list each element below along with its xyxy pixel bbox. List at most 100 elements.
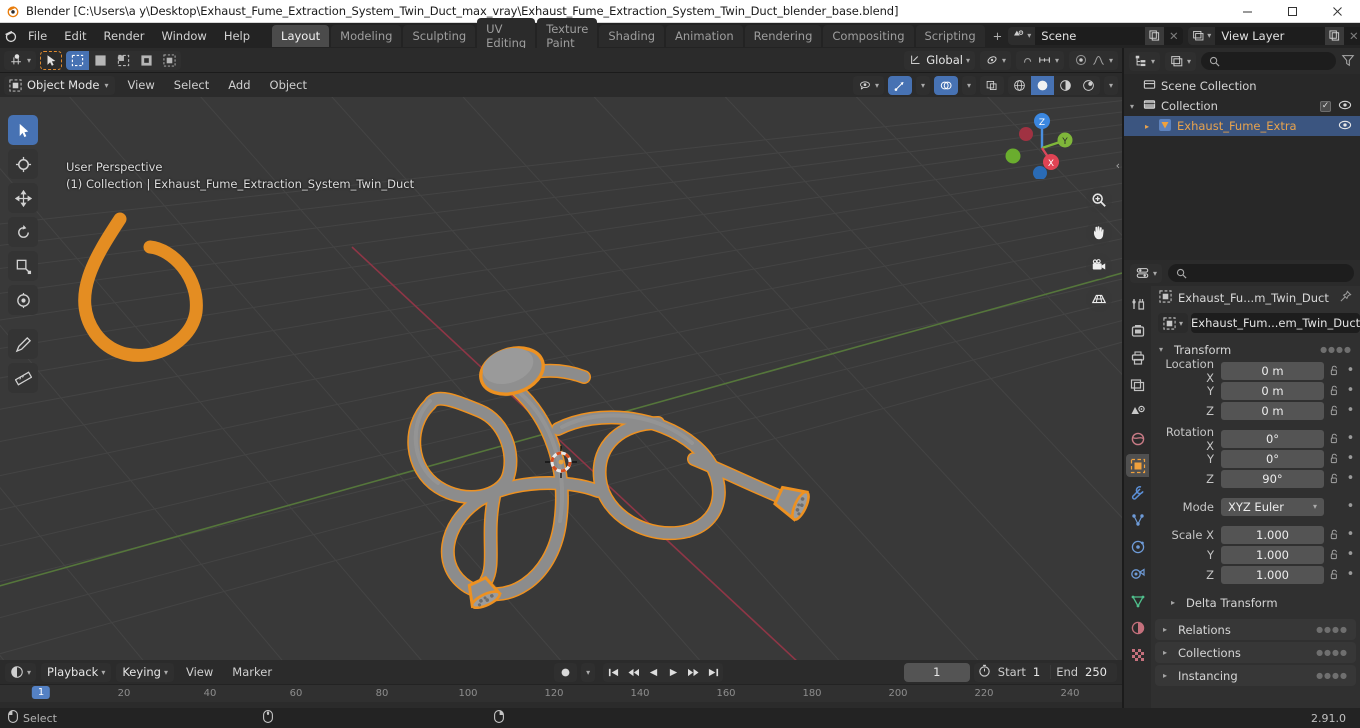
tool-tab[interactable] <box>1126 292 1149 315</box>
move-tool[interactable] <box>8 183 38 213</box>
minimize-button[interactable] <box>1225 0 1270 23</box>
rotation-y-field[interactable]: 0° <box>1221 449 1324 468</box>
outliner-filter-icon[interactable] <box>1341 53 1355 70</box>
viewport-menu-select[interactable]: Select <box>167 76 216 94</box>
expand-icon[interactable]: ▸ <box>1171 598 1179 607</box>
lock-icon[interactable] <box>1328 385 1341 396</box>
current-frame-field[interactable]: 1 <box>903 662 970 682</box>
tool-cursor-highlight[interactable] <box>40 50 63 70</box>
timeline-editor-type-selector[interactable]: ▾ <box>5 662 37 682</box>
output-tab[interactable] <box>1126 346 1149 369</box>
panel-grip-icon[interactable]: ●●●● <box>1320 345 1352 354</box>
annotate-tool[interactable] <box>8 329 38 359</box>
pivot-point-selector[interactable]: ▾ <box>979 50 1011 70</box>
object-name-field[interactable]: Exhaust_Fum...em_Twin_Duct <box>1191 313 1360 333</box>
timeline-ruler[interactable]: 20 40 60 80 100 120 140 160 180 200 220 … <box>0 684 1122 702</box>
location-x-field[interactable]: 0 m <box>1221 361 1324 380</box>
expand-icon[interactable]: ▸ <box>1163 671 1171 680</box>
delete-view-layer-button[interactable]: ✕ <box>1344 27 1360 45</box>
menu-help[interactable]: Help <box>216 26 258 46</box>
properties-search-input[interactable] <box>1168 264 1354 282</box>
menu-file[interactable]: File <box>20 26 55 46</box>
transform-orientation-selector[interactable]: Global ▾ <box>904 50 975 70</box>
panel-grip-icon[interactable]: ●●●● <box>1316 671 1348 680</box>
animate-property-icon[interactable]: • <box>1345 432 1356 445</box>
tab-sculpting[interactable]: Sculpting <box>403 24 476 47</box>
expand-icon[interactable]: ▾ <box>1159 345 1167 354</box>
viewport-menu-object[interactable]: Object <box>263 76 314 94</box>
outliner-row-collection[interactable]: ▾ Collection ✓ <box>1124 96 1360 116</box>
shading-rendered-icon[interactable] <box>1077 76 1100 95</box>
scale-tool[interactable] <box>8 251 38 281</box>
new-scene-button[interactable] <box>1145 26 1165 45</box>
object-datablock-type[interactable]: ▾ <box>1158 313 1189 333</box>
outliner-search-input[interactable] <box>1201 52 1336 70</box>
animate-property-icon[interactable]: • <box>1345 500 1356 513</box>
view-layer-name[interactable]: View Layer <box>1215 27 1325 45</box>
location-z-field[interactable]: 0 m <box>1221 401 1324 420</box>
tab-layout[interactable]: Layout <box>272 24 330 47</box>
delete-scene-button[interactable]: ✕ <box>1164 27 1183 45</box>
playhead[interactable]: 1 <box>31 686 51 699</box>
scene-selector[interactable]: ▾ Scene ✕ <box>1008 26 1184 45</box>
animate-property-icon[interactable]: • <box>1345 528 1356 541</box>
view-layer-selector[interactable]: ▾ View Layer ✕ <box>1188 26 1360 45</box>
outliner-display-mode-selector[interactable]: ▾ <box>1165 51 1197 71</box>
jump-end-icon[interactable] <box>703 663 723 682</box>
transform-tool[interactable] <box>8 285 38 315</box>
scene-name[interactable]: Scene <box>1035 27 1145 45</box>
collections-panel[interactable]: ▸ Collections ●●●● <box>1155 642 1356 663</box>
render-tab[interactable] <box>1126 319 1149 342</box>
select-box-tool[interactable] <box>8 115 38 145</box>
world-tab[interactable] <box>1126 427 1149 450</box>
lock-icon[interactable] <box>1328 453 1341 464</box>
data-tab[interactable] <box>1126 589 1149 612</box>
lock-icon[interactable] <box>1328 405 1341 416</box>
viewport-menu-view[interactable]: View <box>120 76 161 94</box>
hand-icon[interactable] <box>1086 220 1112 246</box>
measure-tool[interactable] <box>8 363 38 393</box>
cursor-tool[interactable] <box>8 149 38 179</box>
blender-logo-icon[interactable] <box>3 28 18 43</box>
material-tab[interactable] <box>1126 616 1149 639</box>
keying-menu[interactable]: Keying ▾ <box>116 662 174 682</box>
start-frame-value[interactable]: 1 <box>1033 665 1048 679</box>
tab-scripting[interactable]: Scripting <box>915 24 985 47</box>
select-intersect-icon[interactable] <box>158 51 181 70</box>
tab-shading[interactable]: Shading <box>599 24 665 47</box>
expand-icon[interactable]: ▸ <box>1163 648 1171 657</box>
grid-icon[interactable] <box>1086 286 1112 312</box>
keying-options-dropdown[interactable]: ▾ <box>581 662 596 682</box>
animate-property-icon[interactable]: • <box>1345 384 1356 397</box>
overlays-options-dropdown[interactable]: ▾ <box>961 75 976 95</box>
timeline-menu-view[interactable]: View <box>179 663 220 681</box>
visibility-selector[interactable]: ▾ <box>852 75 884 95</box>
tab-modeling[interactable]: Modeling <box>331 24 402 47</box>
panel-grip-icon[interactable]: ●●●● <box>1316 625 1348 634</box>
auto-keying-toggle[interactable] <box>554 662 578 682</box>
animate-property-icon[interactable]: • <box>1345 568 1356 581</box>
delta-transform-panel[interactable]: ▸ Delta Transform <box>1151 592 1360 613</box>
maximize-button[interactable] <box>1270 0 1315 23</box>
eye-icon[interactable] <box>1338 99 1352 114</box>
play-reverse-icon[interactable] <box>643 663 663 682</box>
scale-x-field[interactable]: 1.000 <box>1221 525 1324 544</box>
add-workspace-button[interactable]: + <box>987 25 1009 47</box>
rotation-z-field[interactable]: 90° <box>1221 469 1324 488</box>
menu-edit[interactable]: Edit <box>56 26 94 46</box>
zoom-icon[interactable] <box>1086 187 1112 213</box>
animate-property-icon[interactable]: • <box>1345 472 1356 485</box>
scale-y-field[interactable]: 1.000 <box>1221 545 1324 564</box>
pin-icon[interactable] <box>1339 290 1352 306</box>
gizmo-toggle[interactable] <box>887 75 912 95</box>
location-y-field[interactable]: 0 m <box>1221 381 1324 400</box>
lock-icon[interactable] <box>1328 473 1341 484</box>
new-view-layer-button[interactable] <box>1325 26 1345 45</box>
shading-material-preview-icon[interactable] <box>1054 76 1077 95</box>
playback-menu[interactable]: Playback ▾ <box>41 662 112 682</box>
menu-window[interactable]: Window <box>153 26 214 46</box>
select-set-icon[interactable] <box>66 50 90 70</box>
expand-icon[interactable]: ▸ <box>1163 625 1171 634</box>
menu-render[interactable]: Render <box>96 26 153 46</box>
modifier-tab[interactable] <box>1126 481 1149 504</box>
